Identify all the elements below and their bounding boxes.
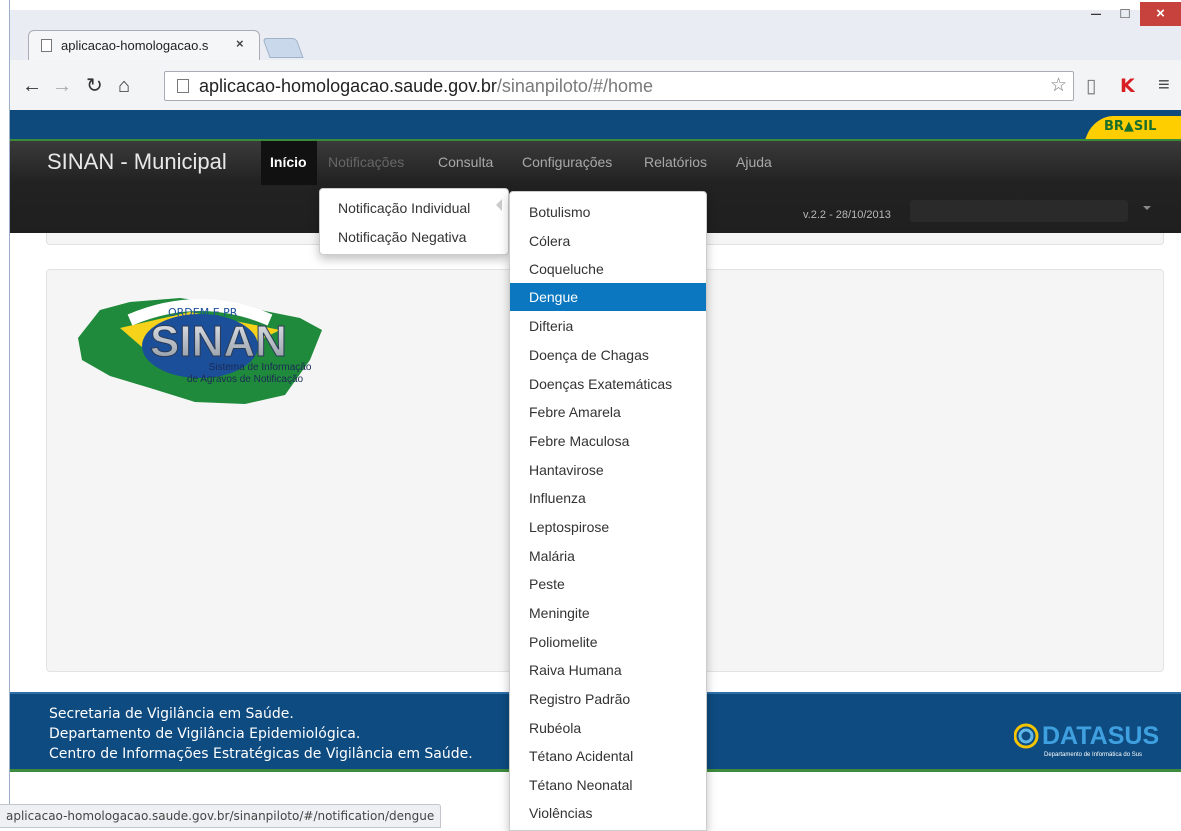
agravo-item[interactable]: Febre Maculosa [510,427,706,455]
agravo-item[interactable]: Tétano Acidental [510,742,706,770]
agravo-item[interactable]: Poliomelite [510,628,706,656]
browser-tab[interactable]: aplicacao-homologacao.s × [28,30,260,60]
status-bar-url: aplicacao-homologacao.saude.gov.br/sinan… [0,804,442,828]
gov-bar [10,110,1181,140]
menu-item-notificacao-individual[interactable]: Notificação Individual [338,200,470,216]
footer-line-3: Centro de Informações Estratégicas de Vi… [49,746,473,762]
url-text[interactable]: aplicacao-homologacao.saude.gov.br/sinan… [199,76,653,97]
agravo-item[interactable]: Doença de Chagas [510,341,706,369]
app-version: v.2.2 - 28/10/2013 [803,209,891,221]
star-icon[interactable]: ☆ [1050,74,1067,97]
agravos-submenu: Botulismo Cólera Coqueluche Dengue Difte… [509,191,707,831]
agravo-item[interactable]: Doenças Exatemáticas [510,370,706,398]
logo-subtitle-1: Sistema de Informação [209,362,312,373]
menu-icon[interactable]: ≡ [1158,74,1170,97]
close-window-button[interactable]: × [1140,2,1181,26]
window-left-edge [0,0,10,826]
address-bar[interactable]: aplicacao-homologacao.saude.gov.br/sinan… [164,71,1074,101]
nav-notificacoes[interactable]: Notificações [328,154,404,170]
nav-consulta[interactable]: Consulta [438,154,493,170]
nav-ajuda[interactable]: Ajuda [736,154,772,170]
agravo-item[interactable]: Febre Amarela [510,398,706,426]
url-host: aplicacao-homologacao.saude.gov.br [199,76,497,96]
tab-title: aplicacao-homologacao.s [61,38,209,53]
minimize-button[interactable]: – [1082,4,1110,26]
agravo-item[interactable]: Leptospirose [510,513,706,541]
maximize-button[interactable]: □ [1111,4,1139,26]
agravo-item[interactable]: Cólera [510,227,706,255]
home-icon[interactable]: ⌂ [118,75,130,97]
footer-line-1: Secretaria de Vigilância em Saúde. [49,706,294,722]
logo-subtitle-2: de Agravos de Notificação [187,374,304,385]
chevron-down-icon[interactable] [1143,206,1151,210]
agravo-item[interactable]: Raiva Humana [510,656,706,684]
agravo-item[interactable]: Malária [510,542,706,570]
tab-close-icon[interactable]: × [236,36,244,51]
menu-item-notificacao-negativa[interactable]: Notificação Negativa [338,229,466,245]
back-arrow-icon[interactable]: ← [22,75,42,97]
page-icon [177,79,189,93]
agravo-item[interactable]: Rubéola [510,714,706,742]
nav-relatorios[interactable]: Relatórios [644,154,707,170]
agravo-item[interactable]: Difteria [510,312,706,340]
user-dropdown[interactable] [910,200,1128,222]
extension-icon[interactable]: ▯ [1086,75,1096,98]
submenu-arrow-icon [496,199,502,211]
forward-arrow-icon[interactable]: → [52,75,72,97]
agravo-item[interactable]: Coqueluche [510,255,706,283]
agravo-item[interactable]: Hantavirose [510,456,706,484]
page-icon [41,39,52,52]
reload-icon[interactable]: ↻ [86,75,103,97]
agravo-item[interactable]: Violências [510,799,706,827]
brasil-label[interactable]: BR▲SIL [1104,119,1156,134]
agravo-item-selected[interactable]: Dengue [510,283,706,311]
footer-line-2: Departamento de Vigilância Epidemiológic… [49,726,361,742]
datasus-name: DATASUS [1042,722,1159,750]
app-brand[interactable]: SINAN - Municipal [47,149,227,175]
agravo-item[interactable]: Botulismo [510,198,706,226]
url-path: /sinanpiloto/#/home [496,76,653,96]
sinan-logo: ORDEM E PR SINAN Sistema de Informação d… [78,298,322,404]
agravo-item[interactable]: Peste [510,570,706,598]
new-tab-button[interactable] [262,38,304,58]
notificacoes-menu: Notificação Individual Notificação Negat… [319,188,509,255]
agravo-item[interactable]: Tétano Neonatal [510,771,706,799]
window-top-edge [0,0,1181,10]
datasus-logo: DATASUS Departamento de Informática do S… [1014,722,1159,758]
datasus-sub: Departamento de Informática do Sus [1044,752,1142,758]
kaspersky-icon[interactable]: K [1120,75,1135,97]
agravo-item[interactable]: Registro Padrão [510,685,706,713]
agravo-item[interactable]: Influenza [510,484,706,512]
logo-name: SINAN [150,317,287,366]
nav-configuracoes[interactable]: Configurações [522,154,612,170]
agravo-item[interactable]: Meningite [510,599,706,627]
nav-inicio[interactable]: Início [270,154,307,170]
